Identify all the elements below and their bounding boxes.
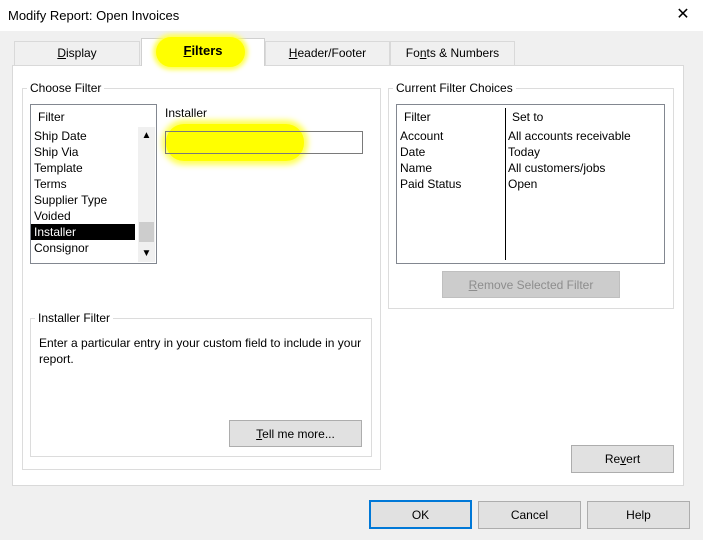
filter-list-item[interactable]: Consignor [31, 240, 135, 256]
column-header-filter: Filter [404, 110, 431, 124]
current-filter-value[interactable]: Open [508, 176, 537, 192]
tab-display-mnemonic: D [57, 46, 66, 60]
tab-header-footer[interactable]: Header/Footer [265, 41, 390, 65]
filter-list-item[interactable]: Ship Via [31, 144, 135, 160]
tab-filters-label[interactable]: Filters [141, 43, 265, 58]
installer-input[interactable] [165, 131, 363, 154]
tab-fonts-label-pre: Fo [405, 46, 420, 60]
installer-field-label: Installer [165, 106, 208, 120]
column-divider [505, 108, 506, 260]
column-header-set-to: Set to [512, 110, 544, 124]
revert-label-pre: Re [604, 452, 621, 466]
scroll-thumb[interactable] [139, 222, 154, 242]
current-filter-name[interactable]: Paid Status [400, 176, 461, 192]
scroll-up-icon[interactable]: ▲ [138, 127, 155, 144]
ok-button[interactable]: OK [369, 500, 472, 529]
revert-button[interactable]: Revert [571, 445, 674, 473]
tab-fonts-mnemonic: n [419, 46, 427, 60]
current-filter-choices-label: Current Filter Choices [396, 81, 513, 95]
filter-list-item[interactable]: Voided [31, 208, 135, 224]
tab-fonts-label-post: ts & Numbers [426, 46, 500, 60]
filter-list-item-selected[interactable]: Installer [31, 224, 135, 240]
current-filter-name[interactable]: Account [400, 128, 443, 144]
installer-filter-label: Installer Filter [38, 311, 111, 325]
revert-label-post: ert [626, 452, 641, 466]
close-icon[interactable]: ✕ [672, 4, 694, 26]
filter-list-item[interactable]: Terms [31, 176, 135, 192]
remove-filter-label: emove Selected Filter [477, 277, 594, 292]
window-title: Modify Report: Open Invoices [8, 8, 180, 23]
tell-me-more-button[interactable]: Tell me more... [229, 420, 362, 447]
scroll-down-icon[interactable]: ▼ [138, 245, 155, 262]
tab-header-footer-label: eader/Footer [297, 46, 367, 60]
current-filter-value[interactable]: Today [508, 144, 540, 160]
tab-filters-label-text: ilters [191, 43, 223, 58]
current-filter-name[interactable]: Name [400, 160, 432, 176]
filter-list-item[interactable]: Template [31, 160, 135, 176]
installer-filter-description: Enter a particular entry in your custom … [39, 336, 362, 366]
remove-filter-mnemonic: R [468, 277, 478, 292]
tell-me-more-label: ell me more... [262, 426, 335, 441]
current-filter-name[interactable]: Date [400, 144, 425, 160]
filter-list-item[interactable]: Ship Date [31, 128, 135, 144]
filter-list-header: Filter [38, 110, 65, 124]
remove-selected-filter-button[interactable]: Remove Selected Filter [442, 271, 620, 298]
current-filter-value[interactable]: All customers/jobs [508, 160, 605, 176]
filter-list-item[interactable]: Supplier Type [31, 192, 135, 208]
cancel-button[interactable]: Cancel [478, 501, 581, 529]
tab-display[interactable]: Display [14, 41, 140, 65]
tab-fonts-numbers[interactable]: Fonts & Numbers [390, 41, 515, 65]
tab-display-label: isplay [65, 46, 97, 60]
choose-filter-label: Choose Filter [30, 81, 102, 95]
help-button[interactable]: Help [587, 501, 690, 529]
current-filter-value[interactable]: All accounts receivable [508, 128, 631, 144]
